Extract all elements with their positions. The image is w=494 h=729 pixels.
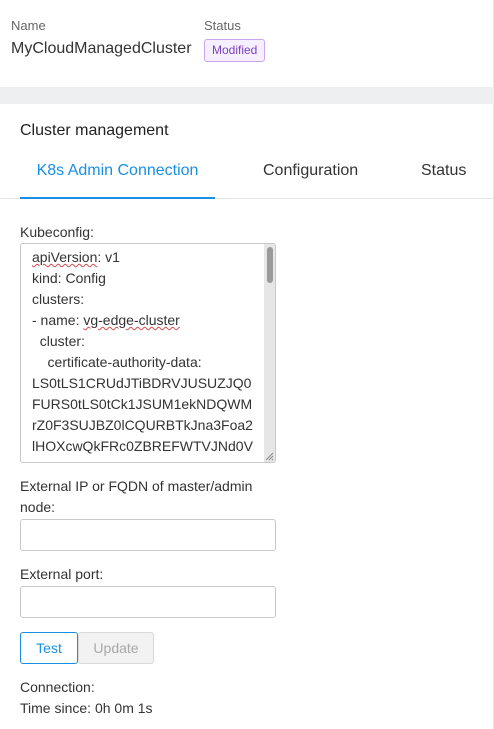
name-field-label: Name — [11, 18, 46, 33]
kubeconfig-scrollbar[interactable] — [264, 244, 275, 462]
kubeconfig-line: - name: vg-edge-cluster — [32, 312, 180, 328]
kubeconfig-line: lHOXcwQkFRc0ZBREFWTVJNd0V — [32, 438, 253, 454]
external-port-label: External port: — [20, 566, 104, 582]
update-button[interactable]: Update — [78, 632, 154, 664]
tab-k8s-admin-connection[interactable]: K8s Admin Connection — [20, 150, 215, 199]
external-port-input[interactable] — [20, 586, 276, 618]
status-badge: Modified — [204, 39, 266, 62]
external-ip-label: External IP or FQDN of master/admin node… — [20, 478, 253, 515]
time-since-label: Time since: 0h 0m 1s — [20, 700, 153, 716]
connection-label: Connection: — [20, 679, 95, 695]
status-field-label: Status — [204, 18, 241, 33]
test-button[interactable]: Test — [20, 632, 78, 664]
tab-bar: K8s Admin Connection Configuration Statu… — [0, 150, 494, 199]
cluster-name: MyCloudManagedCluster — [11, 40, 192, 57]
section-title: Cluster management — [20, 122, 169, 139]
kubeconfig-line: kind: Config — [32, 270, 106, 286]
kubeconfig-line: rZ0F3SUJBZ0lCQURBTkJna3Foa2 — [32, 417, 253, 433]
kubeconfig-line: RWURWUVFERXdwcmRXSmxjbTVs — [32, 457, 265, 462]
kubeconfig-line: FURS0tLS0tCk1JSUM1ekNDQWM — [32, 396, 253, 412]
kubeconfig-line: LS0tLS1CRUdJTiBDRVJUSUZJQ0 — [32, 375, 252, 391]
kubeconfig-scroll-thumb[interactable] — [267, 247, 273, 283]
kubeconfig-textarea[interactable]: apiVersion: v1 kind: Config clusters: - nam… — [20, 243, 276, 463]
resize-grip-icon[interactable] — [265, 452, 274, 461]
external-ip-input[interactable] — [20, 519, 276, 551]
tab-configuration[interactable]: Configuration — [263, 150, 358, 199]
kubeconfig-content[interactable]: apiVersion: v1 kind: Config clusters: - nam… — [32, 247, 265, 462]
kubeconfig-line: cluster: — [32, 333, 85, 349]
kubeconfig-label: Kubeconfig: — [20, 224, 94, 240]
tab-status[interactable]: Status — [421, 150, 466, 199]
cluster-summary-card: Name MyCloudManagedCluster Status Modifi… — [0, 0, 494, 87]
cluster-management-panel: Cluster management K8s Admin Connection … — [0, 104, 494, 729]
kubeconfig-line: certificate-authority-data: — [32, 354, 202, 370]
section-divider-band — [0, 87, 494, 104]
kubeconfig-line: apiVersion: v1 — [32, 249, 120, 265]
kubeconfig-line: clusters: — [32, 291, 85, 307]
